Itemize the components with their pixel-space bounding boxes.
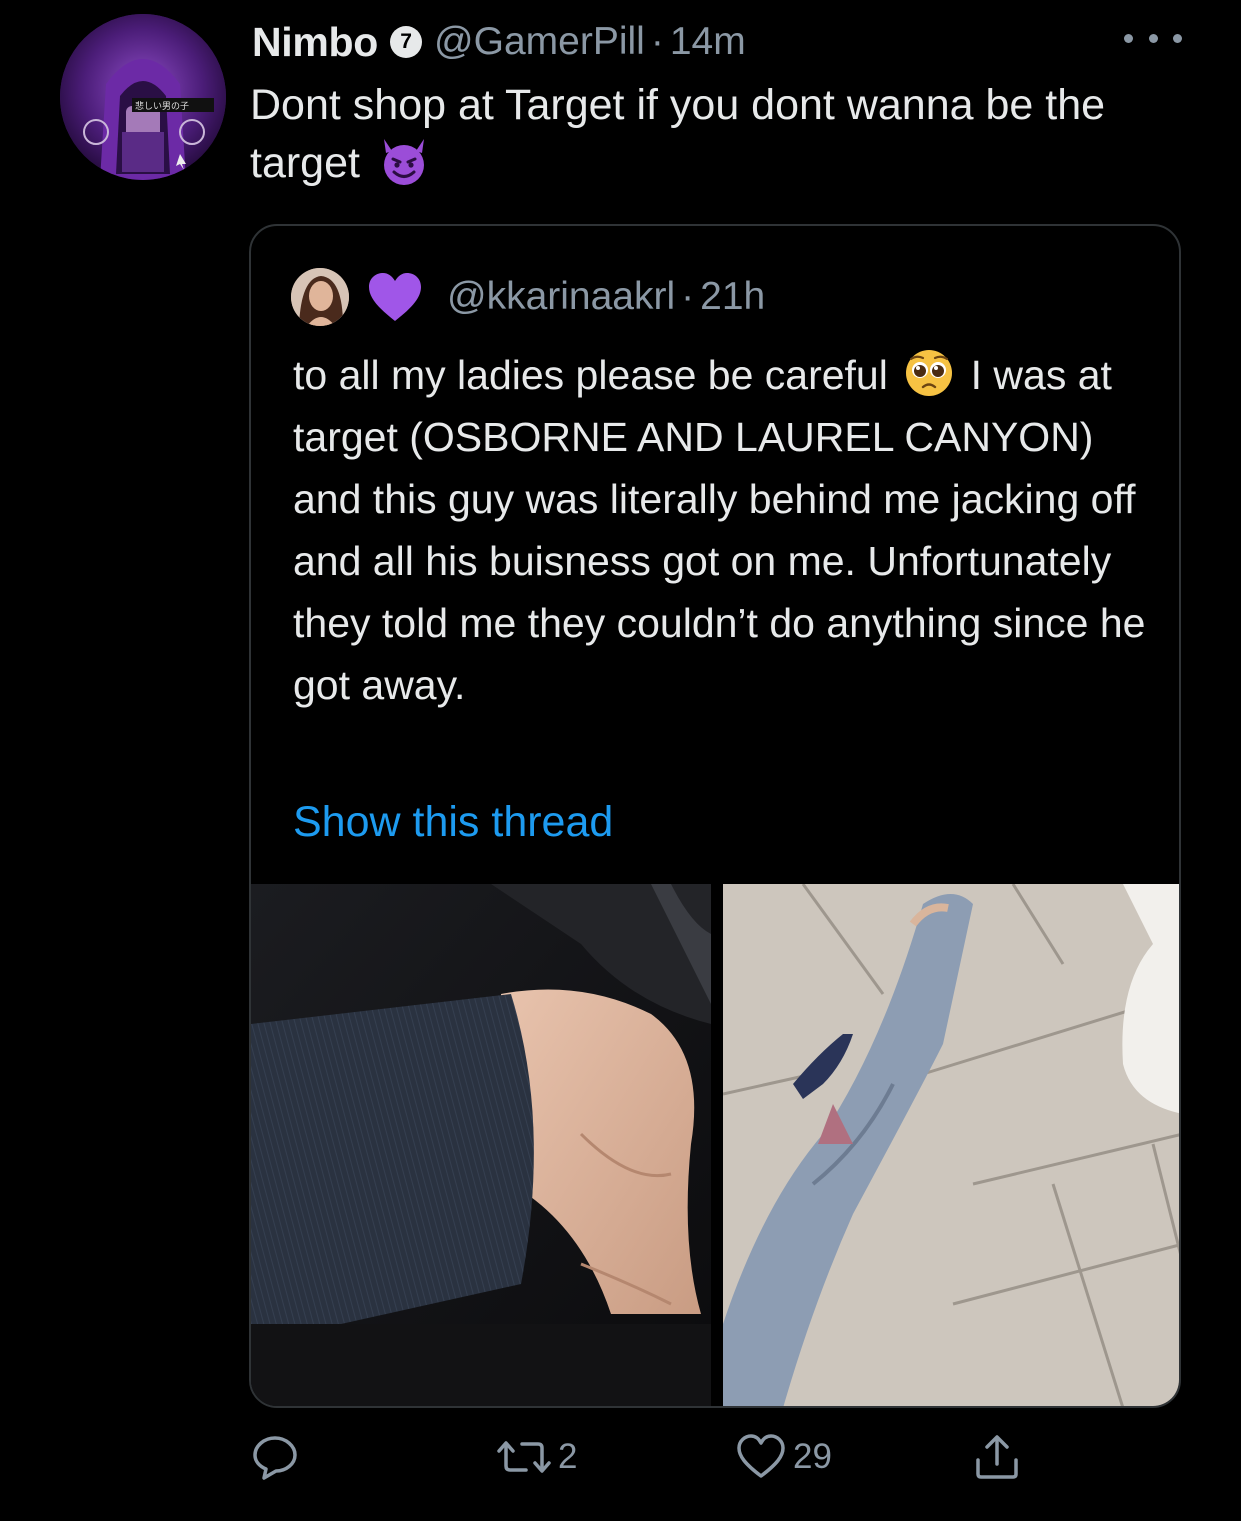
like-count: 29 bbox=[793, 1437, 832, 1476]
reply-button[interactable] bbox=[250, 1432, 306, 1482]
media-gallery bbox=[251, 884, 1179, 1406]
purple-heart-emoji-icon bbox=[369, 273, 421, 321]
quoted-text-part-2: I was at target (OSBORNE AND LAUREL CANY… bbox=[293, 352, 1146, 708]
tweet[interactable]: 悲しい男の子 Nimbo 7 @GamerPill · 14m Dont sho… bbox=[0, 0, 1241, 1521]
pleading-face-emoji-icon bbox=[906, 350, 953, 396]
media-photo-sleeve[interactable] bbox=[251, 884, 711, 1406]
quoted-tweet-text: to all my ladies please be careful I was… bbox=[293, 344, 1153, 716]
retweet-icon bbox=[497, 1441, 551, 1473]
tweet-text: Dont shop at Target if you dont wanna be… bbox=[250, 76, 1210, 192]
retweet-count: 2 bbox=[558, 1437, 578, 1476]
retweet-button[interactable]: 2 bbox=[496, 1432, 577, 1482]
smiling-devil-emoji-icon bbox=[383, 139, 424, 185]
quoted-tweet-header: @kkarinaakrl · 21h bbox=[291, 268, 765, 326]
user-handle[interactable]: @GamerPill bbox=[434, 20, 645, 64]
reply-icon bbox=[253, 1436, 297, 1480]
tweet-header: Nimbo 7 @GamerPill · 14m bbox=[252, 16, 746, 68]
share-icon bbox=[976, 1435, 1018, 1479]
tweet-actions: 2 29 bbox=[0, 1432, 1241, 1492]
quoted-tweet[interactable]: @kkarinaakrl · 21h to all my ladies plea… bbox=[249, 224, 1181, 1408]
separator-dot: · bbox=[650, 20, 664, 63]
share-button[interactable] bbox=[972, 1432, 1022, 1482]
user-avatar[interactable]: 悲しい男の子 bbox=[60, 14, 226, 180]
show-thread-link[interactable]: Show this thread bbox=[293, 798, 613, 847]
timestamp[interactable]: 14m bbox=[670, 20, 746, 64]
quoted-text-part-1: to all my ladies please be careful bbox=[293, 352, 888, 398]
quoted-separator-dot: · bbox=[681, 275, 695, 318]
quoted-user-handle[interactable]: @kkarinaakrl bbox=[447, 275, 675, 319]
badge-icon: 7 bbox=[390, 26, 423, 58]
like-button[interactable]: 29 bbox=[735, 1432, 832, 1482]
avatar-caption: 悲しい男の子 bbox=[135, 100, 189, 112]
media-photo-jeans[interactable] bbox=[723, 884, 1179, 1406]
more-options-icon[interactable] bbox=[1124, 28, 1182, 48]
display-name[interactable]: Nimbo bbox=[252, 19, 378, 66]
media-divider bbox=[711, 884, 723, 1406]
quoted-timestamp: 21h bbox=[700, 275, 766, 318]
quoted-user-avatar[interactable] bbox=[291, 268, 349, 326]
heart-icon bbox=[737, 1434, 785, 1478]
